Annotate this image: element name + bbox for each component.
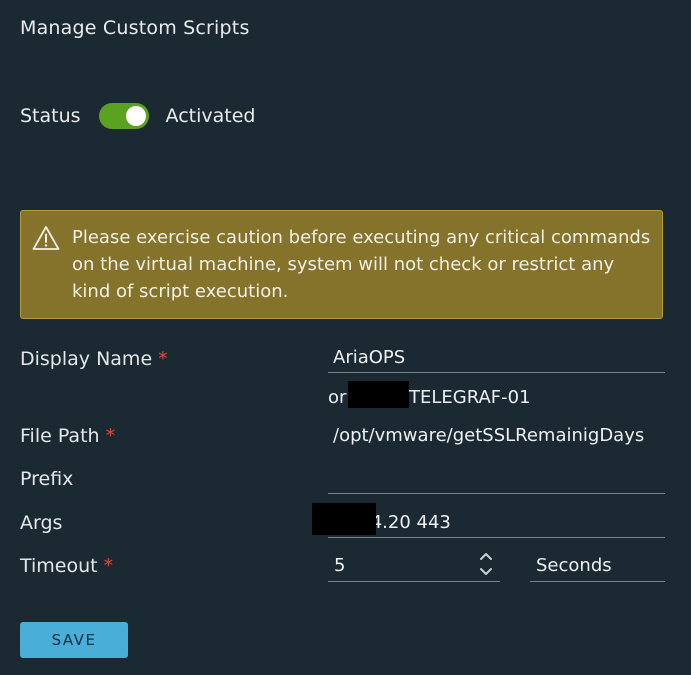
timeout-unit-value: Seconds <box>536 555 612 576</box>
display-name-continuation-suffix: TELEGRAF-01 <box>409 387 531 408</box>
display-name-value: AriaOPS <box>333 347 406 368</box>
redaction-block <box>312 503 376 535</box>
toggle-knob <box>125 106 146 126</box>
status-value-text: Activated <box>165 105 256 127</box>
args-label: Args <box>20 512 62 534</box>
file-path-label: File Path * <box>20 425 115 447</box>
required-marker: * <box>158 348 168 370</box>
dialog-title: Manage Custom Scripts <box>20 17 250 39</box>
args-input[interactable]: .4.20 443 <box>328 509 665 538</box>
display-name-label-text: Display Name <box>20 348 153 370</box>
required-marker: * <box>105 425 116 447</box>
timeout-label-text: Timeout <box>20 555 98 577</box>
status-toggle[interactable] <box>98 103 149 129</box>
prefix-input[interactable] <box>328 465 665 494</box>
timeout-label: Timeout * <box>20 555 113 577</box>
args-label-text: Args <box>20 512 63 534</box>
alert-message: Please exercise caution before executing… <box>72 227 651 302</box>
display-name-label: Display Name * <box>20 348 168 370</box>
prefix-label: Prefix <box>20 468 73 490</box>
args-value: .4.20 443 <box>365 512 451 533</box>
timeout-number-input[interactable]: 5 <box>328 549 500 582</box>
timeout-unit-select[interactable]: Seconds <box>530 549 665 582</box>
timeout-value: 5 <box>334 555 346 576</box>
status-label: Status <box>20 105 81 127</box>
warning-alert: Please exercise caution before executing… <box>20 210 663 319</box>
file-path-value: /opt/vmware/getSSLRemainigDays <box>333 425 645 446</box>
status-row: Status Activated <box>20 101 255 131</box>
spinner-arrows-icon[interactable] <box>478 550 494 578</box>
warning-triangle-icon <box>32 226 60 250</box>
prefix-label-text: Prefix <box>20 468 74 490</box>
file-path-label-text: File Path <box>20 425 100 447</box>
save-button[interactable]: SAVE <box>20 622 128 658</box>
redaction-block <box>348 381 409 408</box>
display-name-input[interactable]: AriaOPS <box>328 344 665 373</box>
display-name-continuation-prefix: or <box>328 387 347 408</box>
file-path-input[interactable]: /opt/vmware/getSSLRemainigDays <box>328 422 665 451</box>
required-marker: * <box>103 555 114 577</box>
